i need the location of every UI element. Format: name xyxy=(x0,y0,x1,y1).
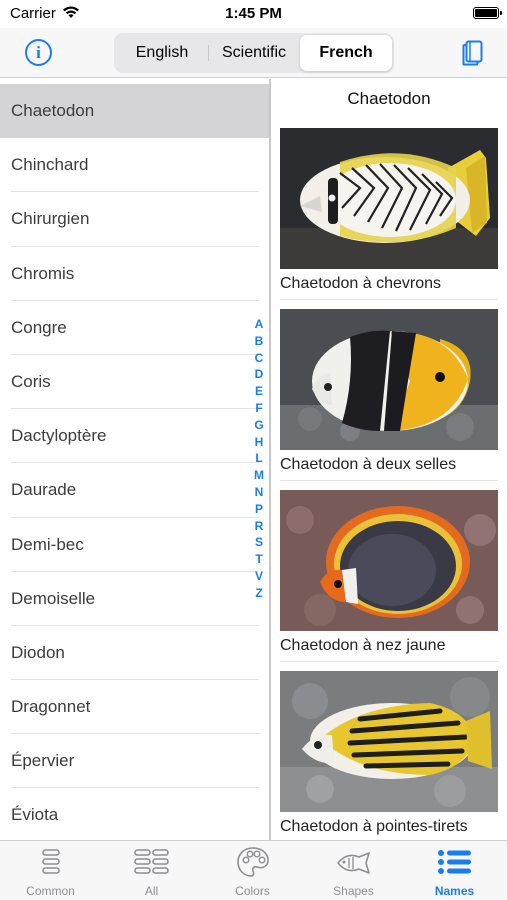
book-icon[interactable] xyxy=(461,40,483,66)
fish-card[interactable]: Chaetodon à chevrons xyxy=(280,128,498,300)
list-item[interactable]: Chaetodon xyxy=(0,84,269,139)
list-item[interactable]: Épervier xyxy=(0,734,269,789)
list-item[interactable]: Coris xyxy=(0,355,269,410)
tab-label: Names xyxy=(434,884,475,898)
list-item[interactable]: Congre xyxy=(0,301,269,356)
list-item[interactable]: Daurade xyxy=(0,463,269,518)
detail-title: Chaetodon xyxy=(347,89,431,108)
segment-scientific[interactable]: Scientific xyxy=(208,35,300,71)
fish-caption: Chaetodon à deux selles xyxy=(280,450,498,481)
tab-label: Shapes xyxy=(333,884,374,898)
list-item[interactable]: Dactyloptère xyxy=(0,409,269,464)
tab-colors[interactable]: Colors xyxy=(202,841,303,900)
common-list-icon xyxy=(41,849,60,874)
index-letter[interactable]: N xyxy=(250,484,268,501)
info-circle-icon: i xyxy=(36,43,41,62)
tab-shapes[interactable]: Shapes xyxy=(303,841,404,900)
index-letter[interactable]: S xyxy=(250,534,268,551)
index-letter[interactable]: F xyxy=(250,400,268,417)
index-letter[interactable]: G xyxy=(250,417,268,434)
genus-list: Chaetodon Chinchard Chirurgien Chromis C… xyxy=(0,84,269,840)
tab-names[interactable]: Names xyxy=(404,841,505,900)
index-letter[interactable]: A xyxy=(250,316,268,333)
tab-label: Common xyxy=(26,884,75,898)
list-item[interactable]: Chromis xyxy=(0,247,269,301)
language-segmented-control: English Scientific French xyxy=(114,33,394,73)
info-button[interactable]: i xyxy=(25,39,52,66)
index-letter[interactable]: E xyxy=(250,383,268,400)
list-item[interactable]: Dragonnet xyxy=(0,680,269,735)
palette-icon xyxy=(236,847,269,877)
clock-time: 1:45 PM xyxy=(225,5,282,22)
status-bar: Carrier 1:45 PM xyxy=(0,0,507,28)
segment-french[interactable]: French xyxy=(300,35,392,71)
list-item[interactable]: Demi-bec xyxy=(0,518,269,572)
list-item[interactable]: Chinchard xyxy=(0,138,269,193)
tab-all[interactable]: All xyxy=(101,841,202,900)
list-item[interactable]: Demoiselle xyxy=(0,572,269,627)
navigation-bar: i English Scientific French xyxy=(0,28,507,78)
index-letter[interactable]: C xyxy=(250,350,268,367)
index-letter[interactable]: B xyxy=(250,333,268,350)
list-item[interactable]: Éviota xyxy=(0,788,269,840)
section-index: A B C D E F G H L M N P R S T V Z xyxy=(250,316,268,602)
fish-caption: Chaetodon à pointes-tirets xyxy=(280,812,498,840)
index-letter[interactable]: Z xyxy=(250,585,268,602)
tab-bar: Common All Colors Shapes Names xyxy=(0,840,507,900)
index-letter[interactable]: R xyxy=(250,518,268,535)
list-item[interactable]: Diodon xyxy=(0,626,269,681)
fish-photo[interactable] xyxy=(280,128,498,269)
fish-card[interactable]: Chaetodon à deux selles xyxy=(280,309,498,481)
index-letter[interactable]: M xyxy=(250,467,268,484)
fish-photo[interactable] xyxy=(280,309,498,450)
tab-label: All xyxy=(144,884,159,898)
fish-photo[interactable] xyxy=(280,490,498,631)
grid-list-icon xyxy=(133,849,169,874)
battery-icon xyxy=(473,7,502,19)
index-letter[interactable]: L xyxy=(250,450,268,467)
fish-photo[interactable] xyxy=(280,671,498,812)
fish-caption: Chaetodon à nez jaune xyxy=(280,631,498,662)
tab-label: Colors xyxy=(235,884,270,898)
fish-caption: Chaetodon à chevrons xyxy=(280,269,498,300)
list-item[interactable]: Chirurgien xyxy=(0,192,269,247)
fish-card[interactable]: Chaetodon à nez jaune xyxy=(280,490,498,662)
index-letter[interactable]: V xyxy=(250,568,268,585)
index-letter[interactable]: H xyxy=(250,434,268,451)
species-detail-panel: Chaetodon Chaetodon à chevrons Chaetodon… xyxy=(271,79,507,840)
fish-icon xyxy=(336,852,370,874)
fish-card[interactable]: Chaetodon à pointes-tirets xyxy=(280,671,498,840)
index-letter[interactable]: T xyxy=(250,551,268,568)
list-bullets-icon xyxy=(437,850,471,874)
segment-english[interactable]: English xyxy=(116,35,208,71)
index-letter[interactable]: P xyxy=(250,501,268,518)
index-letter[interactable]: D xyxy=(250,366,268,383)
tab-common[interactable]: Common xyxy=(0,841,101,900)
